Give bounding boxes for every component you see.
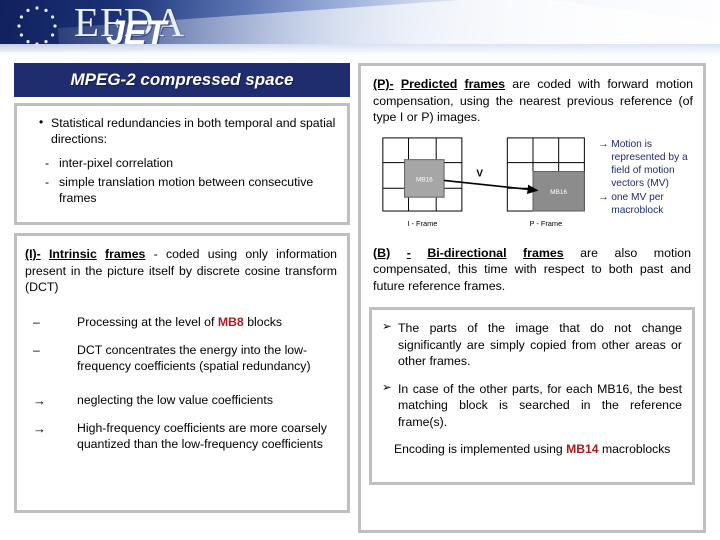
redundancy-bullet-list: Statistical redundancies in both tempora…	[23, 115, 337, 148]
i-frame-caption: I - Frame	[407, 219, 437, 228]
encoding-pre-text: Encoding is implemented using	[394, 442, 567, 456]
motion-vector-notes: Motion is represented by a field of moti…	[598, 132, 697, 218]
list-item: neglecting the low value coefficients	[29, 392, 337, 409]
encoding-paragraph: Encoding is implemented using MB14 macro…	[382, 441, 682, 457]
i-frame-macroblock-label: MB16	[416, 176, 433, 183]
intrinsic-frames-paragraph: (I)- Intrinsic frames - coded using only…	[25, 246, 337, 296]
mb8-highlight: MB8	[217, 314, 244, 329]
p-frame-caption: P - Frame	[529, 219, 562, 228]
list-item: simple translation motion between consec…	[45, 175, 337, 207]
intrinsic-label-i: (I)-	[25, 247, 41, 261]
left-column: MPEG-2 compressed space Statistical redu…	[14, 63, 350, 513]
list-item: The parts of the image that do not chang…	[382, 320, 682, 369]
list-item: Motion is represented by a field of moti…	[598, 138, 697, 190]
encoding-chevron-list: The parts of the image that do not chang…	[382, 320, 682, 430]
encoding-post-text: macroblocks	[598, 442, 671, 456]
intrinsic-frames-box: (I)- Intrinsic frames - coded using only…	[14, 233, 350, 513]
b-label-b: (B)	[373, 245, 391, 260]
predicted-frames-paragraph: (P)- Predicted frames are coded with for…	[361, 66, 703, 126]
mb8-line-pre: Processing at the level of	[77, 314, 218, 329]
redundancies-box: Statistical redundancies in both tempora…	[14, 103, 350, 225]
list-item: one MV per macroblock	[598, 191, 697, 217]
mb8-line-post: blocks	[243, 314, 283, 329]
redundancy-sub-list: inter-pixel correlation simple translati…	[23, 156, 337, 207]
eu-stars-icon	[17, 6, 57, 46]
b-label-dash: -	[406, 245, 411, 260]
intrinsic-label-word: Intrinsic	[48, 247, 97, 261]
list-item: inter-pixel correlation	[45, 156, 337, 172]
list-item: High-frequency coefficients are more coa…	[29, 420, 337, 452]
p-label-p: (P)-	[373, 77, 394, 91]
p-label-frames: frames	[464, 77, 506, 91]
encoding-details-box: The parts of the image that do not chang…	[369, 307, 695, 486]
frame-diagram: MB16 MB16 V I - Frame P - Frame	[382, 137, 585, 228]
right-column: (P)- Predicted frames are coded with for…	[358, 63, 706, 533]
list-item: In case of the other parts, for each MB1…	[382, 381, 682, 430]
b-label-frames: frames	[523, 245, 564, 260]
page-title: MPEG-2 compressed space	[14, 63, 350, 97]
motion-vector-label: V	[476, 168, 483, 179]
mb14-highlight: MB14	[566, 442, 599, 456]
intrinsic-arrow-list: neglecting the low value coefficients Hi…	[25, 392, 337, 452]
intrinsic-dash-list: Processing at the level of MB8 blocks DC…	[25, 314, 337, 375]
p-label-word: Predicted	[400, 77, 458, 91]
header-fade	[0, 44, 720, 56]
motion-compensation-diagram-row: MB16 MB16 V I - Frame P - Frame → Motion…	[361, 126, 703, 231]
intrinsic-label-frames: frames	[105, 247, 146, 261]
b-label-word: Bi-directional	[427, 245, 507, 260]
mv-note-list: Motion is represented by a field of moti…	[598, 138, 697, 217]
list-item: Statistical redundancies in both tempora…	[39, 115, 337, 148]
list-item: Processing at the level of MB8 blocks	[29, 314, 337, 330]
p-frame-macroblock-label: MB16	[550, 189, 567, 196]
bidirectional-frames-paragraph: (B) - Bi-directional frames are also mot…	[361, 231, 703, 296]
list-item: DCT concentrates the energy into the low…	[29, 342, 337, 374]
